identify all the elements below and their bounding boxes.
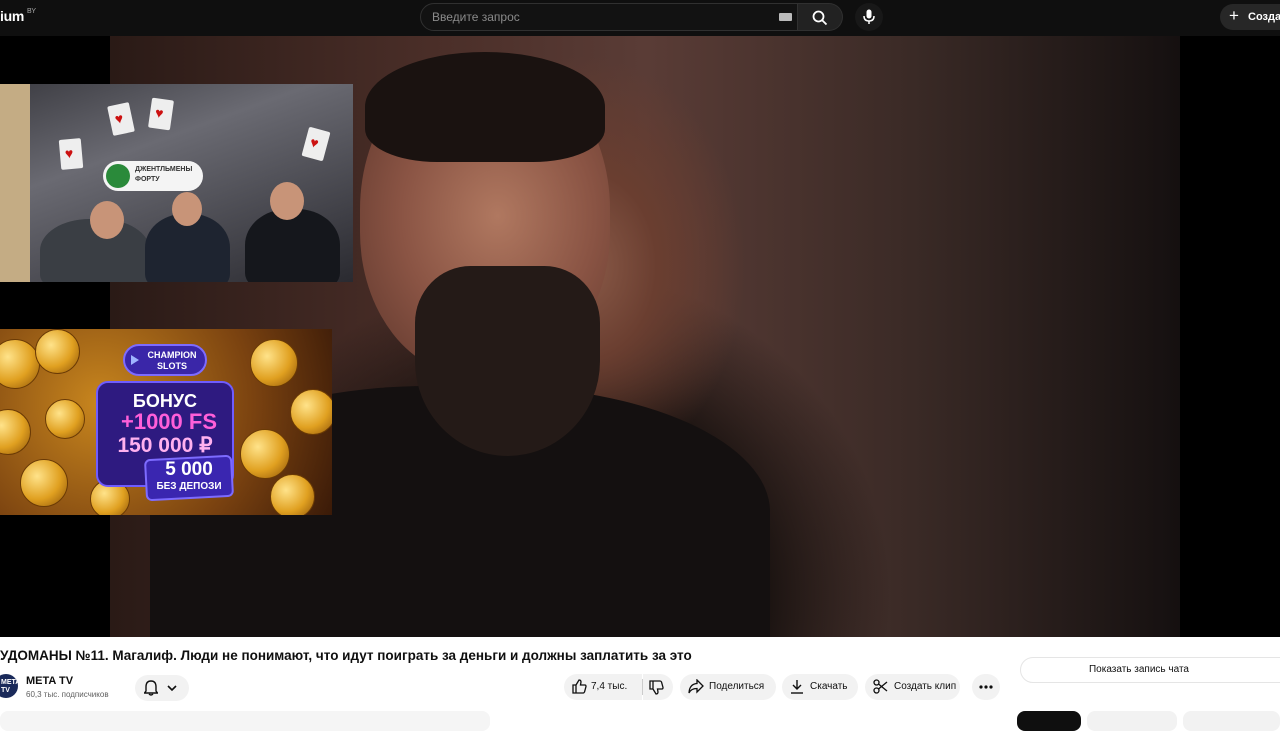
face xyxy=(270,182,304,220)
coin-graphic xyxy=(290,389,332,435)
card-graphic xyxy=(301,126,331,162)
pip-brand-badge: ДЖЕНТЛЬМЕНЫ ФОРТУ xyxy=(103,161,203,191)
video-player[interactable]: ДЖЕНТЛЬМЕНЫ ФОРТУ CHAMPION SLOTS БОНУС +… xyxy=(0,36,1280,637)
subscribed-bell-button[interactable] xyxy=(135,675,189,701)
picture-in-picture-overlay: ДЖЕНТЛЬМЕНЫ ФОРТУ xyxy=(0,84,353,282)
pip-brand-text: ДЖЕНТЛЬМЕНЫ ФОРТУ xyxy=(135,166,193,183)
description-box-edge xyxy=(0,711,490,731)
ad-no-deposit-text: БЕЗ ДЕПОЗИ xyxy=(156,481,222,492)
filter-chip-selected[interactable] xyxy=(1017,711,1081,731)
filter-chip[interactable] xyxy=(1087,711,1177,731)
video-title: УДОМАНЫ №11. Магалиф. Люди не понимают, … xyxy=(0,648,692,663)
person xyxy=(245,209,340,282)
card-graphic xyxy=(58,138,84,170)
face xyxy=(90,201,124,239)
channel-avatar[interactable]: META TV xyxy=(0,674,20,698)
ad-deposit-amount: 5 000 xyxy=(165,459,213,480)
voice-search-button[interactable] xyxy=(855,3,883,31)
logo[interactable]: ium BY xyxy=(0,8,36,24)
share-label: Поделиться xyxy=(709,681,765,692)
like-button[interactable]: 7,4 тыс. xyxy=(564,674,642,700)
like-count: 7,4 тыс. xyxy=(591,681,628,692)
channel-name[interactable]: META TV xyxy=(26,675,73,687)
download-button[interactable]: Скачать xyxy=(782,674,858,700)
search-icon xyxy=(812,10,828,26)
more-icon xyxy=(979,685,993,689)
logo-region: BY xyxy=(27,8,36,16)
create-label: Создать xyxy=(1248,11,1280,23)
more-actions-button[interactable] xyxy=(972,674,1000,700)
coin-graphic xyxy=(35,329,80,374)
coin-graphic xyxy=(250,339,298,387)
dislike-button[interactable] xyxy=(643,674,673,700)
microphone-icon xyxy=(863,9,875,24)
create-button[interactable]: + Создать xyxy=(1220,4,1280,30)
thumbs-down-icon xyxy=(649,680,664,695)
keyboard-icon[interactable] xyxy=(779,13,792,21)
speaker-hair xyxy=(365,52,605,162)
plus-icon: + xyxy=(1229,6,1239,25)
card-graphic xyxy=(107,102,135,136)
show-chat-replay-button[interactable]: Показать запись чата xyxy=(1020,657,1280,683)
download-icon xyxy=(791,680,803,694)
create-clip-label: Создать клип xyxy=(894,681,957,692)
top-bar: iumBY + Создать xyxy=(0,0,1280,36)
ad-brand-logo: CHAMPION SLOTS xyxy=(123,344,207,376)
scissors-icon xyxy=(873,679,888,694)
share-button[interactable]: Поделиться xyxy=(680,674,776,700)
speaker-beard xyxy=(415,266,600,456)
create-clip-button[interactable]: Создать клип xyxy=(865,674,960,700)
search-box[interactable] xyxy=(420,3,798,31)
pip-door xyxy=(0,84,30,282)
coin-graphic xyxy=(0,339,40,389)
card-graphic xyxy=(148,97,174,131)
casino-ad-banner[interactable]: CHAMPION SLOTS БОНУС +1000 FS 150 000 ₽ … xyxy=(0,329,332,515)
bell-icon xyxy=(144,680,158,696)
subscriber-count: 60,3 тыс. подписчиков xyxy=(26,690,109,699)
search-button[interactable] xyxy=(798,3,843,31)
thumbs-up-icon xyxy=(572,679,587,694)
coin-graphic xyxy=(240,429,290,479)
coin-graphic xyxy=(45,399,85,439)
chevron-down-icon xyxy=(167,685,177,692)
share-icon xyxy=(688,679,704,694)
coin-graphic xyxy=(270,474,315,515)
filter-chip[interactable] xyxy=(1183,711,1280,731)
face xyxy=(172,192,202,226)
clover-icon xyxy=(106,164,130,188)
ad-freespins-text: +1000 FS xyxy=(120,409,217,434)
ad-amount-text: 150 000 ₽ xyxy=(117,434,213,457)
coin-graphic xyxy=(20,459,68,507)
search-input[interactable] xyxy=(421,4,761,30)
download-label: Скачать xyxy=(810,681,848,692)
coin-graphic xyxy=(0,409,31,455)
